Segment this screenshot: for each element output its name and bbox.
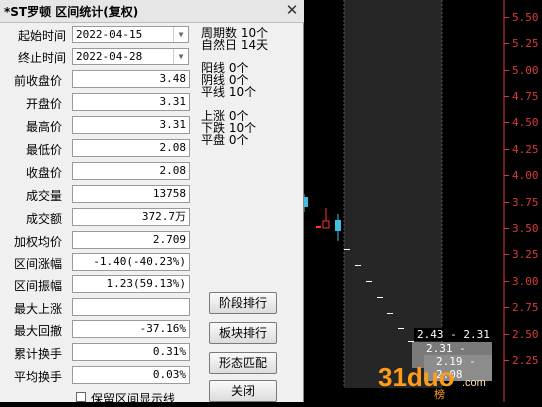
field-label: 加权均价	[13, 235, 62, 249]
price-axis-label: 3.25	[512, 248, 539, 261]
field-label: 前收盘价	[13, 74, 62, 88]
field-label: 最低价	[25, 143, 62, 157]
axis-tick	[504, 334, 509, 335]
field-label: 成交额	[25, 212, 62, 226]
axis-tick	[504, 254, 509, 255]
price-axis-label: 5.50	[512, 11, 539, 24]
dialog-titlebar: *ST罗顿 区间统计(复权) ✕	[0, 0, 304, 23]
interval-stats-dialog: *ST罗顿 区间统计(复权) ✕ 起始时间 2022-04-15 ▼ 终止时间 …	[0, 0, 304, 406]
field-value	[72, 298, 190, 316]
field-value: -37.16%	[72, 320, 190, 338]
flat-candle	[377, 297, 383, 298]
stage-rank-button[interactable]: 阶段排行	[209, 292, 277, 314]
price-axis-label: 2.75	[512, 301, 539, 314]
candle-down	[335, 220, 341, 231]
field-value: 1.23(59.13%)	[72, 275, 190, 293]
axis-tick	[504, 202, 509, 203]
keep-range-line-label: 保留区间显示线	[91, 392, 176, 406]
price-axis-label: 4.50	[512, 116, 539, 129]
field-label: 收盘价	[25, 166, 62, 180]
axis-tick	[504, 43, 509, 44]
start-time-label: 起始时间	[17, 29, 66, 43]
price-axis-label: 4.75	[512, 90, 539, 103]
field-label: 最高价	[25, 120, 62, 134]
axis-tick	[504, 360, 509, 361]
field-label: 累计换手	[13, 347, 62, 361]
axis-tick	[504, 281, 509, 282]
flat-candle	[366, 281, 372, 282]
watermark-suffix: .com	[462, 377, 486, 389]
start-date-picker[interactable]: 2022-04-15 ▼	[72, 26, 189, 43]
pattern-match-button[interactable]: 形态匹配	[209, 352, 277, 374]
field-value: 2.08	[72, 139, 190, 157]
range-label: 2.43 - 2.31	[414, 328, 493, 341]
watermark-logo: 31duo	[378, 362, 455, 392]
price-axis-label: 4.25	[512, 143, 539, 156]
end-date-picker[interactable]: 2022-04-28 ▼	[72, 48, 189, 65]
field-label: 平均换手	[13, 370, 62, 384]
close-button[interactable]: 关闭	[209, 380, 277, 402]
field-value: 2.08	[72, 162, 190, 180]
price-axis-label: 5.25	[512, 37, 539, 50]
flat-candle	[387, 313, 393, 314]
price-axis-label: 5.00	[512, 64, 539, 77]
price-axis-label: 3.00	[512, 275, 539, 288]
field-value: 2.709	[72, 231, 190, 249]
field-value: 372.7万	[72, 208, 190, 226]
flat-candle	[344, 249, 350, 250]
axis-tick	[504, 70, 509, 71]
price-axis-label: 3.50	[512, 222, 539, 235]
candle-down	[304, 197, 308, 207]
chevron-down-icon[interactable]: ▼	[173, 27, 188, 42]
field-label: 区间涨幅	[13, 257, 62, 271]
close-icon[interactable]: ✕	[284, 2, 300, 18]
axis-tick	[504, 175, 509, 176]
dialog-title: *ST罗顿 区间统计(复权)	[4, 5, 139, 19]
flat-line-count: 平线 10个	[201, 85, 257, 99]
field-label: 成交量	[25, 189, 62, 203]
axis-tick	[504, 228, 509, 229]
field-value: 0.31%	[72, 343, 190, 361]
field-value: 3.48	[72, 70, 190, 88]
chevron-down-icon[interactable]: ▼	[173, 49, 188, 64]
field-value: 3.31	[72, 93, 190, 111]
price-axis-label: 4.00	[512, 169, 539, 182]
field-label: 最大上涨	[13, 302, 62, 316]
field-value: 13758	[72, 185, 190, 203]
candle-up	[322, 220, 330, 229]
field-label: 区间振幅	[13, 279, 62, 293]
unchanged-count: 平盘 0个	[201, 133, 249, 147]
axis-tick	[504, 96, 509, 97]
price-axis-label: 3.75	[512, 196, 539, 209]
axis-tick	[504, 307, 509, 308]
keep-range-line-checkbox[interactable]	[76, 392, 86, 402]
flat-candle	[355, 265, 361, 266]
field-label: 开盘价	[25, 97, 62, 111]
axis-tick	[504, 122, 509, 123]
axis-tick	[504, 17, 509, 18]
price-axis-label: 2.25	[512, 354, 539, 367]
axis-tick	[504, 149, 509, 150]
field-value: -1.40(-40.23%)	[72, 253, 190, 271]
sector-rank-button[interactable]: 板块排行	[209, 322, 277, 344]
field-value: 0.03%	[72, 366, 190, 384]
field-label: 最大回撤	[13, 324, 62, 338]
price-axis-label: 2.50	[512, 328, 539, 341]
start-date-value: 2022-04-15	[76, 28, 143, 41]
end-time-label: 终止时间	[17, 51, 66, 65]
flat-candle	[398, 328, 404, 329]
end-date-value: 2022-04-28	[76, 50, 143, 63]
field-value: 3.31	[72, 116, 190, 134]
calendar-days: 自然日 14天	[201, 38, 269, 52]
